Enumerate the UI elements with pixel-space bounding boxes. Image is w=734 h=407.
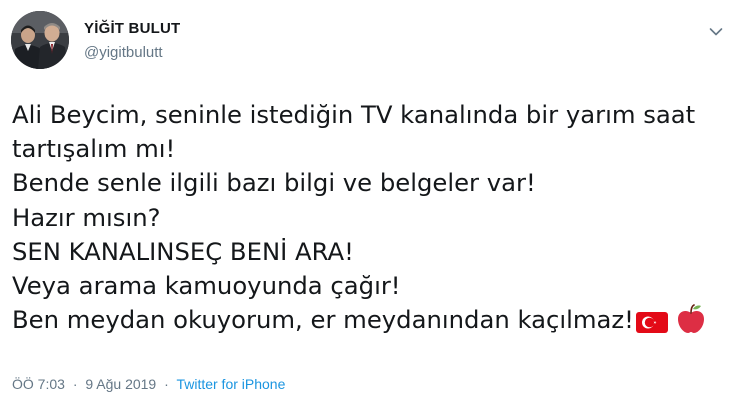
tweet-card: YİĞİT BULUT @yigitbulutt Ali Beycim, sen… — [0, 0, 734, 407]
tweet-line: Bende senle ilgili bazı bilgi ve belgele… — [12, 168, 536, 198]
tweet-meta: ÖÖ 7:03 · 9 Ağu 2019 · Twitter for iPhon… — [12, 376, 285, 392]
tweet-line: Ali Beycim, seninle istediğin TV kanalın… — [12, 100, 696, 129]
tweet-line-text: Ben meydan okuyorum, er meydanından kaçı… — [12, 305, 634, 335]
meta-separator: · — [164, 376, 169, 392]
tweet-line: Veya arama kamuoyunda çağır! — [12, 271, 401, 301]
author-handle[interactable]: @yigitbulutt — [84, 44, 163, 61]
author-name[interactable]: YİĞİT BULUT — [84, 20, 180, 37]
tweet-date[interactable]: 9 Ağu 2019 — [85, 376, 156, 392]
tweet-line: Hazır mısın? — [12, 202, 161, 232]
tweet-text: Ali Beycim, seninle istediğin TV kanalın… — [12, 98, 727, 343]
tweet-time[interactable]: ÖÖ 7:03 — [12, 376, 65, 392]
tweet-line: tartışalım mı! — [12, 134, 176, 164]
red-apple-icon — [676, 304, 706, 343]
tweet-line-last: Ben meydan okuyorum, er meydanından kaçı… — [12, 303, 727, 343]
tweet-line: SEN KANALINSEÇ BENİ ARA! — [12, 236, 354, 266]
tweet-source-link[interactable]: Twitter for iPhone — [176, 376, 285, 392]
avatar[interactable] — [11, 11, 69, 69]
meta-separator: · — [72, 376, 78, 392]
chevron-down-icon[interactable] — [709, 24, 723, 36]
turkey-flag-icon — [635, 309, 668, 343]
